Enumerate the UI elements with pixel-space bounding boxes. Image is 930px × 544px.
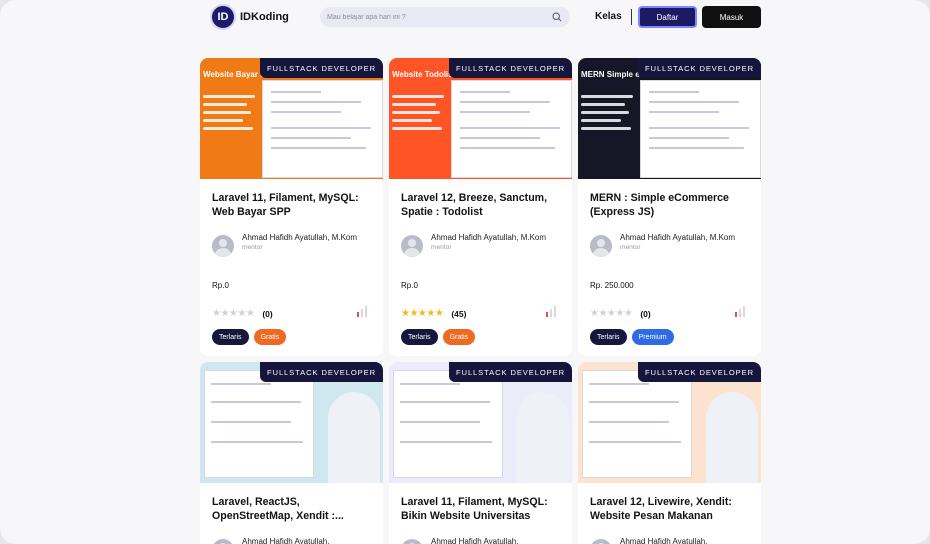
course-price: Rp.0 xyxy=(212,281,229,290)
course-thumbnail[interactable]: FULLSTACK DEVELOPER xyxy=(578,362,761,483)
avatar xyxy=(212,235,234,257)
kelas-link[interactable]: Kelas xyxy=(595,11,622,22)
difficulty-level-icon xyxy=(735,306,745,317)
author-name: Ahmad Hafidh Ayatullah, M.Kom xyxy=(431,233,547,242)
rating-count: (0) xyxy=(262,308,273,319)
course-title[interactable]: Laravel, ReactJS, OpenStreetMap, Xendit … xyxy=(212,495,372,523)
thumbnail-bullets xyxy=(392,95,448,135)
author: Ahmad Hafidh Ayatullah, xyxy=(590,536,740,544)
daftar-button[interactable]: Daftar xyxy=(638,6,697,28)
navbar: ID IDKoding Kelas Daftar Masuk xyxy=(0,0,930,36)
course-card[interactable]: Website Todolist FULLSTACK DEVELOPER Larav… xyxy=(389,58,572,356)
rating: ★★★★★ (0) xyxy=(212,308,273,319)
category-band: FULLSTACK DEVELOPER xyxy=(449,58,572,78)
category-band: FULLSTACK DEVELOPER xyxy=(449,362,572,382)
author-name: Ahmad Hafidh Ayatullah, xyxy=(620,537,708,544)
thumbnail-screenshot xyxy=(640,80,761,178)
thumbnail-screenshot xyxy=(582,370,692,478)
course-thumbnail[interactable]: Website Todolist FULLSTACK DEVELOPER xyxy=(389,58,572,179)
rating-count: (0) xyxy=(640,308,651,319)
rating: ★★★★★ (45) xyxy=(401,308,466,319)
mentor-photo xyxy=(706,392,758,483)
search-bar[interactable] xyxy=(320,7,570,27)
star-rating-icon: ★★★★★ xyxy=(401,308,444,319)
tag-list: Terlaris Gratis xyxy=(401,329,476,345)
category-band: FULLSTACK DEVELOPER xyxy=(260,362,383,382)
avatar xyxy=(212,539,234,544)
author-name: Ahmad Hafidh Ayatullah, xyxy=(431,537,519,544)
author-name: Ahmad Hafidh Ayatullah, M.Kom xyxy=(242,233,358,242)
masuk-button[interactable]: Masuk xyxy=(702,6,761,28)
page: ID IDKoding Kelas Daftar Masuk Website B… xyxy=(0,0,930,544)
course-thumbnail[interactable]: FULLSTACK DEVELOPER xyxy=(389,362,572,483)
author-name: Ahmad Hafidh Ayatullah, xyxy=(242,537,330,544)
category-band: FULLSTACK DEVELOPER xyxy=(260,58,383,78)
course-thumbnail[interactable]: FULLSTACK DEVELOPER xyxy=(200,362,383,483)
course-thumbnail[interactable]: MERN Simple eCommerce FULLSTACK DEVELOPER xyxy=(578,58,761,179)
course-tag[interactable]: Terlaris xyxy=(212,329,249,345)
rating-count: (45) xyxy=(451,308,467,319)
author-role: mentor xyxy=(242,244,263,251)
avatar xyxy=(590,539,612,544)
course-thumbnail[interactable]: Website Bayar SPP FULLSTACK DEVELOPER xyxy=(200,58,383,179)
difficulty-level-icon xyxy=(546,306,556,317)
author-role: mentor xyxy=(431,244,452,251)
course-title[interactable]: Laravel 12, Livewire, Xendit: Website Pe… xyxy=(590,495,750,523)
search-icon[interactable] xyxy=(552,12,562,22)
mentor-photo xyxy=(517,392,569,483)
course-card[interactable]: FULLSTACK DEVELOPER Laravel 12, Livewire,… xyxy=(578,362,761,544)
course-tag[interactable]: Terlaris xyxy=(401,329,438,345)
author: Ahmad Hafidh Ayatullah, M.Kom mentor xyxy=(590,232,740,257)
course-title[interactable]: Laravel 11, Filament, MySQL: Web Bayar S… xyxy=(212,191,372,219)
author: Ahmad Hafidh Ayatullah, xyxy=(401,536,551,544)
mentor-photo xyxy=(328,392,380,483)
thumbnail-screenshot xyxy=(393,370,503,478)
thumbnail-bullets xyxy=(581,95,637,135)
tag-list: Terlaris Premium xyxy=(590,329,674,345)
thumbnail-bullets xyxy=(203,95,259,135)
thumbnail-screenshot xyxy=(451,80,572,178)
search-input[interactable] xyxy=(327,13,542,21)
logo-icon: ID xyxy=(210,4,236,30)
course-card[interactable]: FULLSTACK DEVELOPER Laravel, ReactJS, Ope… xyxy=(200,362,383,544)
course-card[interactable]: FULLSTACK DEVELOPER Laravel 11, Filament,… xyxy=(389,362,572,544)
course-title[interactable]: Laravel 11, Filament, MySQL: Bikin Websi… xyxy=(401,495,561,523)
tag-list: Terlaris Gratis xyxy=(212,329,287,345)
thumbnail-title: Website Todolist xyxy=(392,70,456,79)
course-card[interactable]: Website Bayar SPP FULLSTACK DEVELOPER Lara… xyxy=(200,58,383,356)
rating: ★★★★★ (0) xyxy=(590,308,651,319)
star-rating-icon: ★★★★★ xyxy=(590,308,633,319)
author: Ahmad Hafidh Ayatullah, M.Kom mentor xyxy=(212,232,362,257)
avatar xyxy=(401,235,423,257)
nav-divider xyxy=(631,9,632,25)
thumbnail-screenshot xyxy=(262,80,383,178)
category-band: FULLSTACK DEVELOPER xyxy=(638,58,761,78)
course-tag[interactable]: Gratis xyxy=(253,329,287,345)
course-tag[interactable]: Gratis xyxy=(442,329,476,345)
course-price: Rp.0 xyxy=(401,281,418,290)
logo[interactable]: ID IDKoding xyxy=(210,4,289,30)
avatar xyxy=(590,235,612,257)
category-band: FULLSTACK DEVELOPER xyxy=(638,362,761,382)
course-tag[interactable]: Terlaris xyxy=(590,329,627,345)
course-title[interactable]: MERN : Simple eCommerce (Express JS) xyxy=(590,191,750,219)
star-rating-icon: ★★★★★ xyxy=(212,308,255,319)
course-title[interactable]: Laravel 12, Breeze, Sanctum, Spatie : To… xyxy=(401,191,561,219)
difficulty-level-icon xyxy=(357,306,367,317)
course-price: Rp. 250.000 xyxy=(590,281,634,290)
course-card[interactable]: MERN Simple eCommerce FULLSTACK DEVELOPER… xyxy=(578,58,761,356)
author: Ahmad Hafidh Ayatullah, M.Kom mentor xyxy=(401,232,551,257)
author: Ahmad Hafidh Ayatullah, xyxy=(212,536,362,544)
author-role: mentor xyxy=(620,244,641,251)
brand-name: IDKoding xyxy=(240,11,289,23)
course-tag[interactable]: Premium xyxy=(631,329,674,345)
author-name: Ahmad Hafidh Ayatullah, M.Kom xyxy=(620,233,736,242)
avatar xyxy=(401,539,423,544)
thumbnail-screenshot xyxy=(204,370,314,478)
